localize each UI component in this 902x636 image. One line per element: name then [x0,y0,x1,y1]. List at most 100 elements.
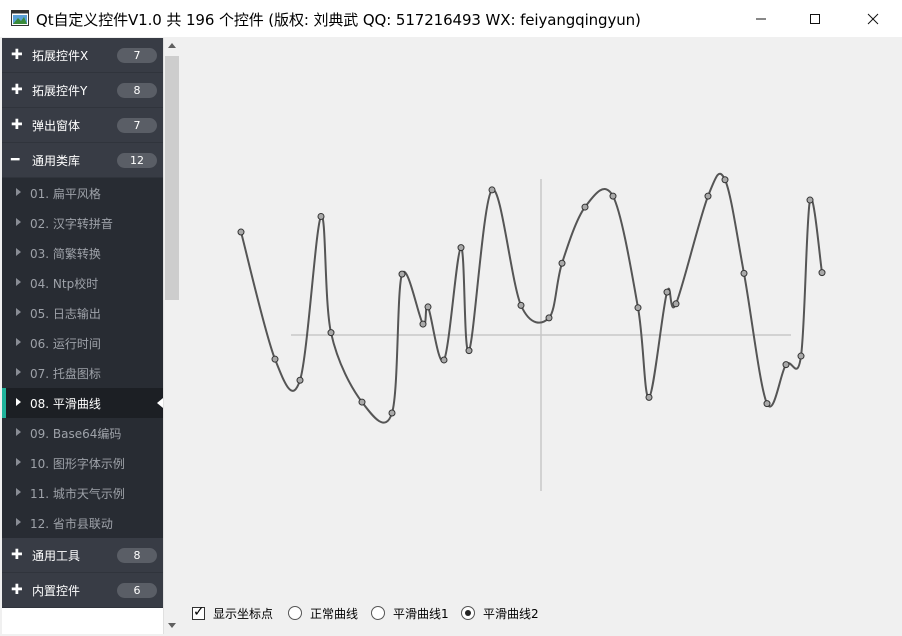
curve-point-22 [663,288,671,296]
smooth-curve-1-radio[interactable]: 平滑曲线1 [371,603,449,623]
nav-item-selected[interactable]: 08. 平滑曲线 [2,388,163,418]
plus-icon: ✚ [11,82,23,98]
window-title: Qt自定义控件V1.0 共 196 个控件 (版权: 刘典武 QQ: 51721… [36,11,641,29]
nav-item-label: 10. 图形字体示例 [30,457,125,471]
normal-curve-radio[interactable]: 正常曲线 [288,603,358,623]
curve-point-16 [545,314,553,322]
curve-point-18 [581,203,589,211]
smooth-curve-2-radio[interactable]: 平滑曲线2 [461,603,539,623]
curve-point-12 [457,244,465,252]
nav-item-label: 04. Ntp校时 [30,277,99,291]
count-badge: 12 [117,153,157,168]
scroll-down-arrow-icon[interactable] [168,623,176,628]
caret-right-icon [16,278,21,286]
nav-group-common-lib[interactable]: ━ 通用类库 12 [2,143,163,178]
curve-point-2 [271,355,279,363]
curve-point-21 [645,393,653,401]
nav-group-builtin[interactable]: ✚ 内置控件 6 [2,573,163,608]
caret-right-icon [16,518,21,526]
curve-point-24 [704,192,712,200]
nav-item[interactable]: 03. 简繁转换 [2,238,163,268]
maximize-icon [810,13,820,24]
curve-point-25 [721,176,729,184]
caret-right-icon [16,248,21,256]
count-badge: 7 [117,118,157,133]
active-indicator [2,388,6,418]
plus-icon: ✚ [11,47,23,63]
curve-point-11 [440,356,448,364]
checkbox-box[interactable] [192,604,205,620]
nav-group-label: 拓展控件Y [32,84,88,98]
plus-icon: ✚ [11,117,23,133]
nav-item[interactable]: 09. Base64编码 [2,418,163,448]
nav-group-popup[interactable]: ✚ 弹出窗体 7 [2,108,163,143]
nav-item-label: 11. 城市天气示例 [30,487,125,501]
curve-point-27 [763,400,771,408]
caret-right-icon [16,458,21,466]
nav-item-label: 12. 省市县联动 [30,517,113,531]
sidebar-scrollbar[interactable] [163,38,180,634]
curve-point-15 [517,301,525,309]
scroll-up-arrow-icon[interactable] [168,43,176,48]
nav-item-label: 03. 简繁转换 [30,247,101,261]
curve-point-31 [818,269,826,277]
nav-item-label: 02. 汉字转拼音 [30,217,113,231]
nav-item[interactable]: 02. 汉字转拼音 [2,208,163,238]
smooth-curve-line [240,172,823,424]
nav-item[interactable]: 06. 运行时间 [2,328,163,358]
curve-point-4 [317,212,325,220]
show-points-checkbox[interactable]: 显示坐标点 [192,603,273,623]
nav-group-label: 通用类库 [32,154,81,168]
curve-point-5 [327,329,335,337]
minus-icon: ━ [11,152,20,168]
plus-icon: ✚ [11,547,23,563]
curve-point-20 [634,304,642,312]
plus-icon: ✚ [11,582,23,598]
nav-group-label: 拓展控件X [32,49,89,63]
nav-item-label: 09. Base64编码 [30,427,122,441]
caret-right-icon [16,368,21,376]
nav-item[interactable]: 07. 托盘图标 [2,358,163,388]
curve-point-1 [237,228,245,236]
count-badge: 8 [117,548,157,563]
nav-item[interactable]: 12. 省市县联动 [2,508,163,538]
title-bar: Qt自定义控件V1.0 共 196 个控件 (版权: 刘典武 QQ: 51721… [0,0,902,37]
smooth-curve-chart [237,172,826,491]
curve-point-30 [806,196,814,204]
nav-group-common-tools[interactable]: ✚ 通用工具 8 [2,538,163,573]
nav-sidebar: ✚ 拓展控件X 7 ✚ 拓展控件Y 8 ✚ 弹出窗体 7 ━ 通用类库 12 0… [2,38,163,608]
curve-point-13 [465,347,473,355]
nav-item[interactable]: 10. 图形字体示例 [2,448,163,478]
nav-item-label: 07. 托盘图标 [30,367,101,381]
count-badge: 7 [117,48,157,63]
close-icon [867,13,879,24]
radio-circle-checked[interactable] [461,606,475,620]
normal-curve-label: 正常曲线 [310,606,359,621]
caret-right-icon [16,308,21,316]
nav-group-extend-y[interactable]: ✚ 拓展控件Y 8 [2,73,163,108]
curve-point-23 [672,300,680,308]
nav-item[interactable]: 04. Ntp校时 [2,268,163,298]
nav-group-extend-x[interactable]: ✚ 拓展控件X 7 [2,38,163,73]
nav-item[interactable]: 01. 扁平风格 [2,178,163,208]
close-button[interactable] [850,0,896,37]
caret-right-icon [16,398,21,406]
radio-circle[interactable] [288,606,302,620]
maximize-button[interactable] [792,0,838,37]
radio-circle[interactable] [371,606,385,620]
nav-item-label: 06. 运行时间 [30,337,101,351]
minimize-button[interactable] [738,0,784,37]
caret-right-icon [16,188,21,196]
nav-group-label: 内置控件 [32,584,81,598]
smooth-curve-2-label: 平滑曲线2 [483,606,539,621]
count-badge: 6 [117,583,157,598]
sidebar-blank-area [2,608,163,634]
nav-item[interactable]: 05. 日志输出 [2,298,163,328]
curve-point-26 [740,269,748,277]
scroll-thumb[interactable] [165,56,179,300]
curve-point-28 [782,361,790,369]
count-badge: 8 [117,83,157,98]
caret-right-icon [16,218,21,226]
nav-item[interactable]: 11. 城市天气示例 [2,478,163,508]
nav-group-label: 弹出窗体 [32,119,81,133]
